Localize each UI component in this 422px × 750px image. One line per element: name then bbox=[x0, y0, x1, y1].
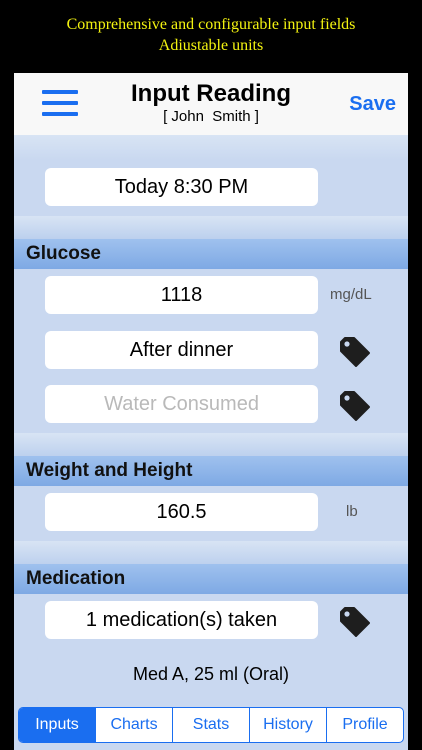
weight-section-label: Weight and Height bbox=[26, 460, 193, 481]
navigation-bar: Input Reading [ John Smith ] Save bbox=[14, 73, 408, 135]
section-gap bbox=[14, 541, 408, 565]
tab-history[interactable]: History bbox=[250, 708, 327, 742]
app-screen: Input Reading [ John Smith ] Save Today … bbox=[14, 73, 408, 750]
save-button[interactable]: Save bbox=[349, 93, 396, 116]
tab-charts[interactable]: Charts bbox=[96, 708, 173, 742]
tab-profile[interactable]: Profile bbox=[327, 708, 403, 742]
medication-section-label: Medication bbox=[26, 568, 126, 589]
glucose-value-field[interactable]: 1118 bbox=[45, 276, 318, 314]
weight-unit[interactable]: lb bbox=[346, 503, 358, 520]
tab-stats[interactable]: Stats bbox=[173, 708, 250, 742]
tag-icon[interactable] bbox=[337, 388, 371, 422]
glucose-section-label: Glucose bbox=[26, 243, 101, 264]
weight-value-field[interactable]: 160.5 bbox=[45, 493, 318, 531]
segmented-tab-bar: Inputs Charts Stats History Profile bbox=[18, 707, 404, 743]
medication-summary: Med A, 25 ml (Oral) bbox=[132, 664, 290, 684]
tag-icon[interactable] bbox=[337, 334, 371, 368]
datetime-field[interactable]: Today 8:30 PM bbox=[45, 168, 318, 206]
water-consumed-field[interactable]: Water Consumed bbox=[45, 385, 318, 423]
tab-inputs[interactable]: Inputs bbox=[19, 708, 96, 742]
glucose-unit[interactable]: mg/dL bbox=[330, 286, 372, 303]
meal-timing-field[interactable]: After dinner bbox=[45, 331, 318, 369]
promo-caption: Comprehensive and configurable input fie… bbox=[0, 14, 422, 56]
medication-taken-field[interactable]: 1 medication(s) taken bbox=[45, 601, 318, 639]
medication-section-header: Medication bbox=[14, 564, 408, 594]
top-spacer bbox=[14, 135, 408, 160]
promo-line-2: Adiustable units bbox=[158, 37, 264, 54]
weight-section-header: Weight and Height bbox=[14, 456, 408, 486]
promo-line-1: Comprehensive and configurable input fie… bbox=[66, 16, 356, 33]
glucose-section-header: Glucose bbox=[14, 239, 408, 269]
section-gap bbox=[14, 216, 408, 239]
tag-icon[interactable] bbox=[337, 604, 371, 638]
section-gap bbox=[14, 433, 408, 457]
